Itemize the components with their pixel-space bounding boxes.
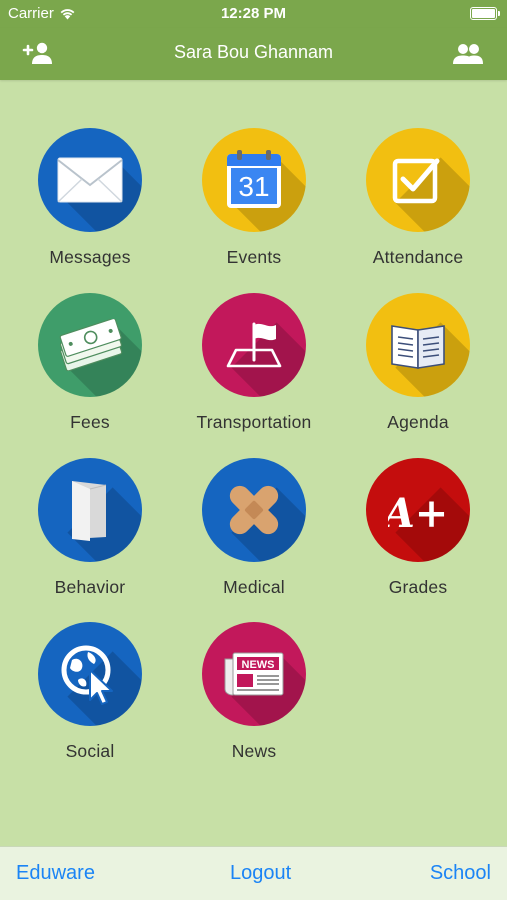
- page-title: Sara Bou Ghannam: [173, 42, 334, 62]
- tile-messages[interactable]: Messages: [15, 80, 165, 267]
- tile-grades[interactable]: A+ Grades: [343, 410, 493, 597]
- social-circle: [38, 622, 142, 726]
- status-bar: Carrier 12:28 PM: [0, 0, 507, 28]
- flag-icon: [226, 322, 282, 368]
- tile-attendance[interactable]: Attendance: [343, 80, 493, 267]
- news-circle: NEWS: [202, 622, 306, 726]
- bottom-bar: Eduware Logout School: [0, 846, 507, 900]
- eduware-link[interactable]: Eduware: [16, 862, 95, 885]
- money-icon: [59, 319, 123, 371]
- tile-fees[interactable]: Fees: [15, 245, 165, 432]
- users-icon: [453, 44, 483, 64]
- door-icon: [72, 481, 107, 541]
- logout-button[interactable]: Logout: [230, 862, 291, 885]
- clock: 12:28 PM: [220, 5, 287, 22]
- tile-news[interactable]: NEWS News: [179, 574, 329, 761]
- checkbox-icon: [392, 158, 440, 204]
- school-link[interactable]: School: [430, 862, 491, 885]
- users-button[interactable]: [451, 40, 485, 68]
- grade-text: A+: [388, 490, 448, 537]
- tile-label: Grades: [388, 577, 448, 597]
- calendar-day: 31: [238, 171, 269, 202]
- nav-bar: Sara Bou Ghannam: [0, 28, 507, 80]
- grade-icon: A+: [388, 490, 448, 537]
- book-icon: [391, 325, 445, 369]
- agenda-circle: [366, 293, 470, 397]
- tile-medical[interactable]: Medical: [179, 410, 329, 597]
- events-circle: 31: [202, 128, 306, 232]
- battery-icon: [470, 7, 500, 20]
- calendar-icon: 31: [227, 150, 281, 208]
- tile-label: News: [231, 741, 277, 761]
- globe-cursor-icon: [61, 645, 113, 705]
- newspaper-icon: NEWS: [224, 652, 284, 696]
- medical-circle: [202, 458, 306, 562]
- envelope-icon: [57, 157, 123, 203]
- tile-events[interactable]: 31 Events: [179, 80, 329, 267]
- messages-circle: [38, 128, 142, 232]
- grades-circle: A+: [366, 458, 470, 562]
- bandage-icon: [229, 485, 279, 535]
- fees-circle: [38, 293, 142, 397]
- attendance-circle: [366, 128, 470, 232]
- newspaper-masthead: NEWS: [242, 659, 275, 671]
- behavior-circle: [38, 458, 142, 562]
- tile-social[interactable]: Social: [15, 574, 165, 761]
- transportation-circle: [202, 293, 306, 397]
- tile-behavior[interactable]: Behavior: [15, 410, 165, 597]
- tile-label: Social: [65, 741, 115, 761]
- tile-agenda[interactable]: Agenda: [343, 245, 493, 432]
- tile-transportation[interactable]: Transportation: [179, 245, 329, 432]
